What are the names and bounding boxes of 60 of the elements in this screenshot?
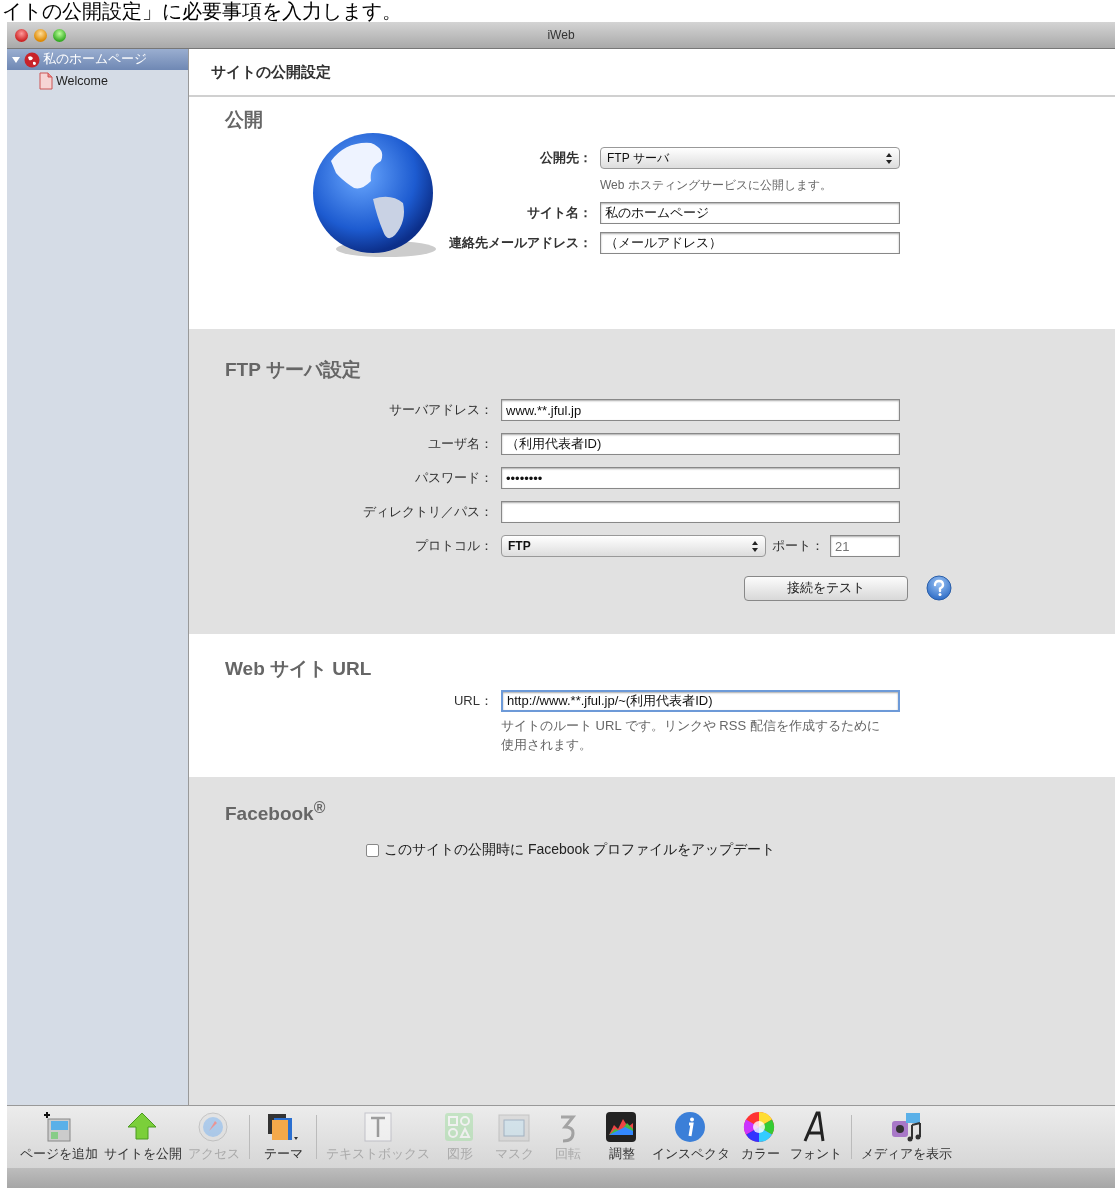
- toolbar-button[interactable]: ページを追加: [17, 1111, 101, 1163]
- page-icon: [39, 71, 53, 90]
- field-label: サイト名：: [526, 204, 593, 222]
- url-field[interactable]: http://www.**.jful.jp/~(利用代表者ID): [501, 690, 900, 712]
- input-field[interactable]: （利用代表者ID): [501, 433, 900, 455]
- destination-dropdown[interactable]: FTP サーバ: [600, 147, 900, 169]
- field-label: URL：: [453, 692, 494, 710]
- info-icon: [674, 1111, 708, 1143]
- field-label: サーバアドレス：: [388, 401, 494, 419]
- text-box-icon: [361, 1111, 395, 1143]
- checkbox-label: このサイトの公開時に Facebook プロファイルをアップデート: [384, 841, 776, 860]
- histogram-icon: [605, 1111, 639, 1143]
- protocol-dropdown[interactable]: FTP: [501, 535, 766, 557]
- toolbar-button[interactable]: インスペクタ: [649, 1111, 733, 1163]
- toolbar-button[interactable]: フォント: [787, 1111, 845, 1163]
- toolbar-button[interactable]: カラー: [733, 1111, 787, 1163]
- toolbar-button[interactable]: サイトを公開: [101, 1111, 185, 1163]
- toolbar-button[interactable]: 調整: [595, 1111, 649, 1163]
- input-field[interactable]: [501, 501, 900, 523]
- field-label: 公開先：: [539, 149, 593, 167]
- test-connection-button[interactable]: 接続をテスト: [744, 575, 908, 601]
- compass-icon: [197, 1111, 231, 1143]
- header-title: サイトの公開設定: [211, 62, 331, 82]
- help-icon: [926, 575, 952, 601]
- minimize-button[interactable]: [34, 28, 47, 42]
- zoom-button[interactable]: [53, 28, 66, 42]
- sidebar-item-label: 私のホームページ: [43, 51, 147, 68]
- port-field[interactable]: 21: [830, 535, 900, 557]
- sidebar-item[interactable]: Welcome: [7, 70, 188, 91]
- field-label: ディレクトリ／パス：: [362, 503, 494, 521]
- input-field[interactable]: ••••••••: [501, 467, 900, 489]
- field-label: ポート：: [772, 537, 824, 555]
- mask-icon: [497, 1111, 531, 1143]
- caption-text: イトの公開設定」に必要事項を入力します。: [1, 0, 403, 22]
- field-label: ユーザ名：: [427, 435, 494, 453]
- up-down-arrows-icon: [751, 539, 759, 553]
- toolbar-button[interactable]: テーマ: [256, 1111, 310, 1163]
- section-heading: Facebook$^{®}$: [225, 799, 327, 826]
- input-field[interactable]: 私のホームページ: [600, 202, 900, 224]
- section-heading: 公開: [225, 108, 264, 132]
- field-label: 連絡先メールアドレス：: [448, 234, 593, 252]
- section-heading: FTP サーバ設定: [225, 358, 362, 382]
- theme-icon: [266, 1111, 300, 1143]
- color-wheel-icon: [743, 1111, 777, 1143]
- disclosure-triangle-icon: [11, 54, 21, 65]
- toolbar-button[interactable]: メディアを表示: [858, 1111, 955, 1163]
- site-globe-icon: [24, 51, 40, 68]
- input-field[interactable]: www.**.jful.jp: [501, 399, 900, 421]
- destination-note: Web ホスティングサービスに公開します。: [600, 177, 833, 194]
- field-label: パスワード：: [414, 469, 494, 487]
- section-heading: Web サイト URL: [225, 657, 373, 681]
- close-button[interactable]: [15, 28, 28, 42]
- up-down-arrows-icon: [885, 151, 893, 165]
- url-note: サイトのルート URL です。リンクや RSS 配信を作成するために使用されます。: [501, 717, 881, 754]
- window-title: iWeb: [547, 28, 575, 42]
- input-field[interactable]: （メールアドレス）: [600, 232, 900, 254]
- field-label: プロトコル：: [414, 537, 494, 555]
- media-icon: [889, 1111, 924, 1143]
- sidebar-item-label: Welcome: [56, 73, 108, 88]
- checkbox[interactable]: [366, 843, 379, 857]
